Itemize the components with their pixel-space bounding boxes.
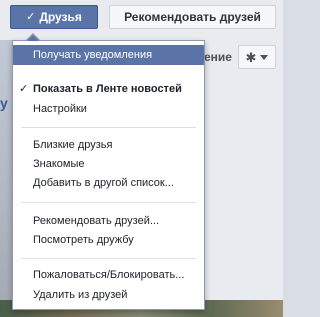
gear-icon: ✱	[245, 49, 257, 65]
menu-item-recommend-friends[interactable]: Рекомендовать друзей...	[13, 211, 204, 231]
friends-button-label: Друзья	[39, 10, 82, 24]
recommend-friends-button[interactable]: Рекомендовать друзей	[109, 5, 276, 29]
menu-item-view-friendship[interactable]: Посмотреть дружбу	[13, 230, 204, 250]
friends-button[interactable]: ✓ Друзья	[10, 5, 98, 29]
menu-item-notifications[interactable]: Получать уведомления	[13, 45, 204, 65]
menu-item-label: Добавить в другой список...	[33, 177, 174, 189]
partial-button-label: ение	[204, 50, 232, 64]
menu-item-close-friends[interactable]: Близкие друзья	[13, 135, 204, 155]
menu-item-label: Удалить из друзей	[33, 289, 128, 301]
menu-item-settings[interactable]: Настройки	[13, 99, 204, 119]
menu-divider	[21, 258, 196, 259]
settings-dropdown-button[interactable]: ✱	[238, 45, 276, 69]
menu-item-label: Знакомые	[33, 158, 85, 170]
menu-item-label: Пожаловаться/Блокировать...	[33, 269, 185, 281]
menu-item-label: Показать в Ленте новостей	[33, 83, 182, 95]
menu-item-label: Получать уведомления	[33, 49, 153, 61]
menu-item-label: Рекомендовать друзей...	[33, 215, 160, 227]
recommend-friends-button-label: Рекомендовать друзей	[124, 10, 261, 24]
friends-dropdown-menu: Получать уведомления ✓ Показать в Ленте …	[12, 40, 205, 310]
check-icon: ✓	[26, 10, 36, 23]
menu-item-show-in-feed[interactable]: ✓ Показать в Ленте новостей	[13, 79, 204, 99]
menu-item-label: Близкие друзья	[33, 139, 113, 151]
menu-item-label: Настройки	[33, 103, 87, 115]
right-panel-background	[205, 40, 283, 317]
partial-side-text: у	[0, 95, 8, 111]
menu-item-report-block[interactable]: Пожаловаться/Блокировать...	[13, 265, 204, 285]
menu-divider	[21, 202, 196, 203]
menu-item-label: Посмотреть дружбу	[33, 234, 134, 246]
menu-divider	[21, 127, 196, 128]
menu-item-acquaintances[interactable]: Знакомые	[13, 154, 204, 174]
chevron-down-icon	[260, 54, 269, 60]
menu-item-add-to-list[interactable]: Добавить в другой список...	[13, 173, 204, 193]
check-icon: ✓	[19, 83, 29, 95]
menu-item-unfriend[interactable]: Удалить из друзей	[13, 285, 204, 305]
menu-pointer-fill	[27, 35, 39, 41]
